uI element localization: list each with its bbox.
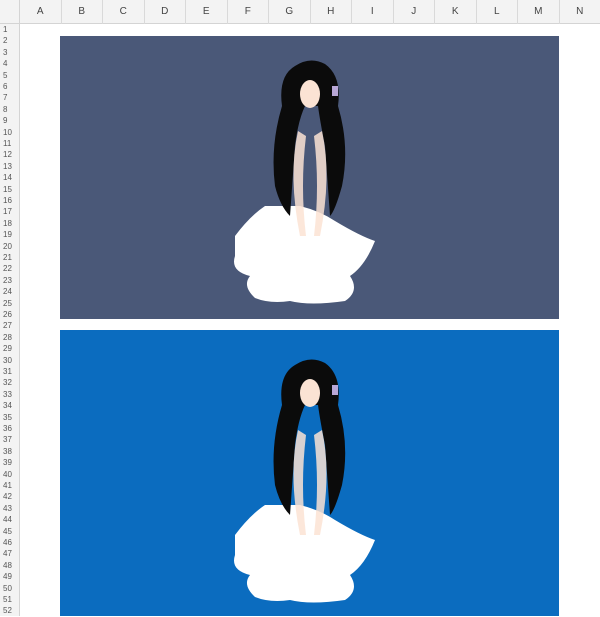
row-header-39[interactable]: 39 xyxy=(0,457,20,468)
column-header-g[interactable]: G xyxy=(269,0,311,24)
column-header-m[interactable]: M xyxy=(518,0,560,24)
row-header-2[interactable]: 2 xyxy=(0,35,20,46)
row-header-34[interactable]: 34 xyxy=(0,400,20,411)
inserted-picture-1[interactable] xyxy=(60,36,559,319)
row-header-43[interactable]: 43 xyxy=(0,503,20,514)
row-header-28[interactable]: 28 xyxy=(0,332,20,343)
row-header-22[interactable]: 22 xyxy=(0,263,20,274)
column-header-n[interactable]: N xyxy=(560,0,600,24)
row-header-40[interactable]: 40 xyxy=(0,469,20,480)
row-header-31[interactable]: 31 xyxy=(0,366,20,377)
column-header-l[interactable]: L xyxy=(477,0,519,24)
row-header-17[interactable]: 17 xyxy=(0,206,20,217)
row-header-5[interactable]: 5 xyxy=(0,70,20,81)
row-header-21[interactable]: 21 xyxy=(0,252,20,263)
row-header-bar: 1234567891011121314151617181920212223242… xyxy=(0,24,20,616)
row-header-49[interactable]: 49 xyxy=(0,571,20,582)
row-header-25[interactable]: 25 xyxy=(0,298,20,309)
spreadsheet: ABCDEFGHIJKLMN 1234567891011121314151617… xyxy=(0,0,600,616)
row-header-4[interactable]: 4 xyxy=(0,58,20,69)
row-header-27[interactable]: 27 xyxy=(0,320,20,331)
row-header-32[interactable]: 32 xyxy=(0,377,20,388)
column-header-e[interactable]: E xyxy=(186,0,228,24)
row-header-50[interactable]: 50 xyxy=(0,583,20,594)
row-header-23[interactable]: 23 xyxy=(0,275,20,286)
row-header-48[interactable]: 48 xyxy=(0,560,20,571)
column-header-h[interactable]: H xyxy=(311,0,353,24)
row-header-44[interactable]: 44 xyxy=(0,514,20,525)
row-header-3[interactable]: 3 xyxy=(0,47,20,58)
row-header-51[interactable]: 51 xyxy=(0,594,20,605)
row-header-29[interactable]: 29 xyxy=(0,343,20,354)
row-header-9[interactable]: 9 xyxy=(0,115,20,126)
column-header-bar: ABCDEFGHIJKLMN xyxy=(20,0,600,24)
row-header-46[interactable]: 46 xyxy=(0,537,20,548)
inserted-picture-2[interactable] xyxy=(60,330,559,616)
row-header-41[interactable]: 41 xyxy=(0,480,20,491)
column-header-b[interactable]: B xyxy=(62,0,104,24)
row-header-45[interactable]: 45 xyxy=(0,526,20,537)
row-header-30[interactable]: 30 xyxy=(0,355,20,366)
row-header-14[interactable]: 14 xyxy=(0,172,20,183)
row-header-37[interactable]: 37 xyxy=(0,434,20,445)
row-header-19[interactable]: 19 xyxy=(0,229,20,240)
anime-girl-illustration-blue xyxy=(60,330,559,616)
row-header-18[interactable]: 18 xyxy=(0,218,20,229)
row-header-6[interactable]: 6 xyxy=(0,81,20,92)
face xyxy=(300,379,320,407)
column-header-a[interactable]: A xyxy=(20,0,62,24)
row-header-38[interactable]: 38 xyxy=(0,446,20,457)
column-header-k[interactable]: K xyxy=(435,0,477,24)
row-header-16[interactable]: 16 xyxy=(0,195,20,206)
face xyxy=(300,80,320,108)
row-header-35[interactable]: 35 xyxy=(0,412,20,423)
row-header-47[interactable]: 47 xyxy=(0,548,20,559)
row-header-26[interactable]: 26 xyxy=(0,309,20,320)
row-header-1[interactable]: 1 xyxy=(0,24,20,35)
row-header-36[interactable]: 36 xyxy=(0,423,20,434)
row-header-10[interactable]: 10 xyxy=(0,127,20,138)
hair-clip xyxy=(332,385,338,395)
anime-girl-illustration-dark xyxy=(60,36,559,319)
row-header-12[interactable]: 12 xyxy=(0,149,20,160)
row-header-13[interactable]: 13 xyxy=(0,161,20,172)
row-header-20[interactable]: 20 xyxy=(0,241,20,252)
row-header-42[interactable]: 42 xyxy=(0,491,20,502)
column-header-i[interactable]: I xyxy=(352,0,394,24)
row-header-15[interactable]: 15 xyxy=(0,184,20,195)
row-header-52[interactable]: 52 xyxy=(0,605,20,616)
column-header-f[interactable]: F xyxy=(228,0,270,24)
row-header-11[interactable]: 11 xyxy=(0,138,20,149)
column-header-j[interactable]: J xyxy=(394,0,436,24)
column-header-c[interactable]: C xyxy=(103,0,145,24)
hair-clip xyxy=(332,86,338,96)
row-header-8[interactable]: 8 xyxy=(0,104,20,115)
row-header-7[interactable]: 7 xyxy=(0,92,20,103)
row-header-24[interactable]: 24 xyxy=(0,286,20,297)
column-header-d[interactable]: D xyxy=(145,0,187,24)
select-all-corner[interactable] xyxy=(0,0,20,24)
row-header-33[interactable]: 33 xyxy=(0,389,20,400)
